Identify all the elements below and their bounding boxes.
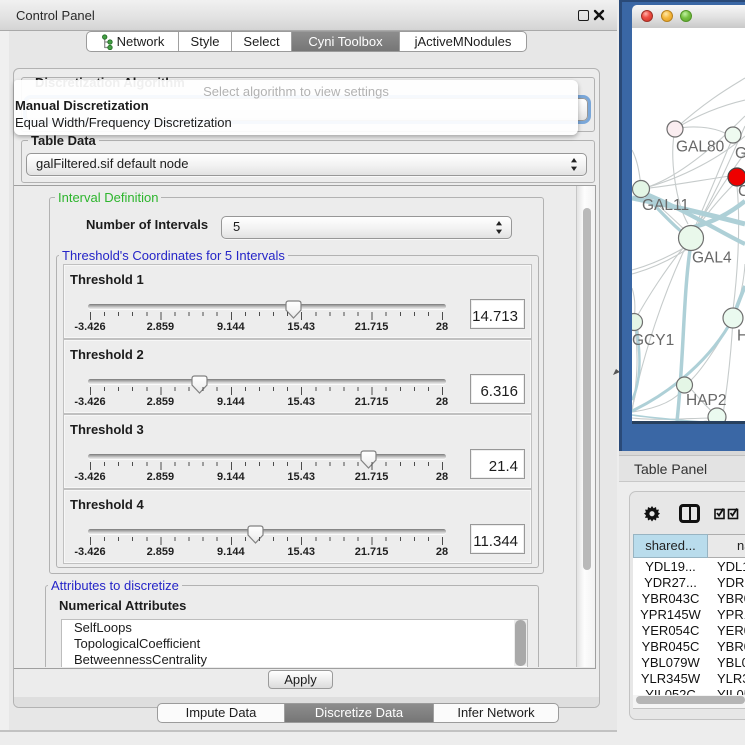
svg-text:GAL80: GAL80 (676, 139, 725, 156)
svg-text:HAP2: HAP2 (686, 392, 727, 409)
svg-text:GCY1: GCY1 (632, 332, 674, 349)
svg-text:GAL4: GAL4 (692, 250, 732, 267)
svg-text:G.: G. (735, 145, 745, 162)
svg-text:C: C (738, 183, 745, 200)
svg-text:GAL11: GAL11 (642, 197, 689, 214)
svg-text:H: H (737, 328, 745, 345)
